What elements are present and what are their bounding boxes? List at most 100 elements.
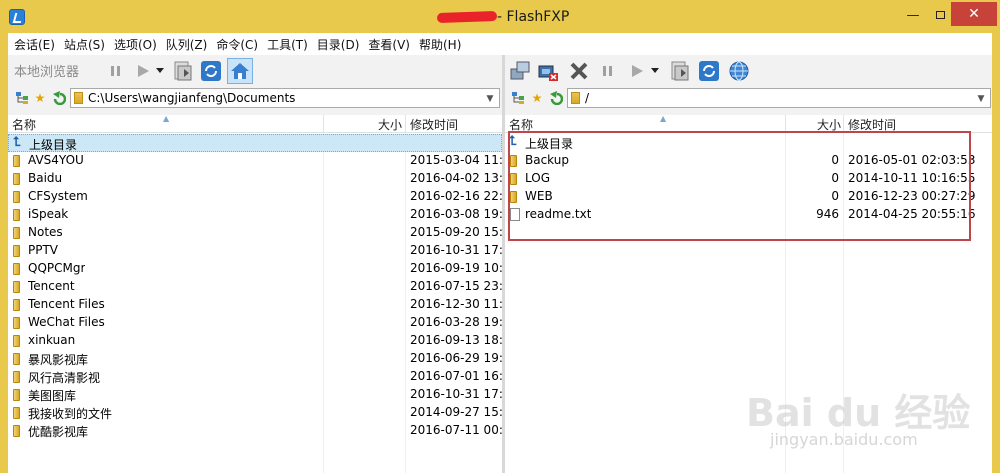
remote-transfer-dropdown[interactable] — [648, 58, 662, 84]
file-modified: 2015-03-04 11:16 — [410, 153, 502, 167]
local-row[interactable]: 暴风影视库 2016-06-29 19:39 — [8, 350, 502, 368]
local-row[interactable]: CFSystem 2016-02-16 22:27 — [8, 188, 502, 206]
local-col-modified[interactable]: 修改时间 — [410, 116, 458, 133]
redacted-title-mark — [436, 10, 498, 24]
local-refresh-button[interactable] — [198, 58, 224, 84]
remote-abort-button[interactable] — [566, 58, 592, 84]
file-name: AVS4YOU — [28, 153, 84, 167]
file-modified: 2016-04-02 13:52 — [410, 171, 502, 185]
remote-tree-icon[interactable] — [510, 90, 526, 106]
folder-icon — [13, 263, 20, 275]
menu-options[interactable]: 选项(O) — [114, 36, 157, 53]
menu-queue[interactable]: 队列(Z) — [166, 36, 208, 53]
remote-up-icon[interactable] — [548, 90, 564, 106]
remote-path-input[interactable]: / ▼ — [567, 88, 991, 108]
remote-queue-button[interactable] — [667, 58, 693, 84]
local-row[interactable]: QQPCMgr 2016-09-19 10:27 — [8, 260, 502, 278]
local-up-icon[interactable] — [51, 90, 67, 106]
local-row[interactable]: Baidu 2016-04-02 13:52 — [8, 170, 502, 188]
local-row[interactable]: 优酷影视库 2016-07-11 00:22 — [8, 422, 502, 440]
folder-icon — [13, 389, 20, 401]
flashfxp-app-icon[interactable] — [9, 9, 25, 25]
file-name: PPTV — [28, 243, 59, 257]
file-modified: 2016-03-08 19:13 — [410, 207, 502, 221]
local-list-header: ▲ 名称 大小 修改时间 — [8, 114, 502, 133]
remote-browser-button[interactable] — [726, 58, 752, 84]
menu-session[interactable]: 会话(E) — [14, 36, 55, 53]
local-tree-icon[interactable] — [14, 90, 30, 106]
file-name: 我接收到的文件 — [28, 407, 113, 421]
folder-icon — [13, 173, 20, 185]
local-parent-row[interactable]: ⮤ 上级目录 — [8, 134, 502, 152]
menu-tools[interactable]: 工具(T) — [267, 36, 308, 53]
remote-refresh-button[interactable] — [696, 58, 722, 84]
column-separator — [323, 115, 324, 133]
connect-icon — [510, 61, 530, 80]
baidu-watermark-logo: Bai du 经验 — [746, 391, 971, 435]
home-icon — [231, 63, 249, 79]
local-row[interactable]: xinkuan 2016-09-13 18:55 — [8, 332, 502, 350]
remote-pause-button[interactable] — [595, 58, 621, 84]
chevron-down-icon[interactable]: ▼ — [483, 92, 497, 106]
local-transfer-dropdown[interactable] — [153, 58, 167, 84]
local-home-button[interactable] — [227, 58, 253, 84]
local-pause-button[interactable] — [103, 58, 129, 84]
local-row[interactable]: Tencent Files 2016-12-30 11:59 — [8, 296, 502, 314]
pause-icon — [111, 66, 120, 76]
folder-icon — [13, 299, 20, 311]
local-col-size[interactable]: 大小 — [378, 116, 402, 133]
close-button[interactable]: ✕ — [951, 2, 997, 26]
star-icon: ★ — [531, 91, 543, 105]
chevron-down-icon — [651, 68, 659, 73]
local-file-list[interactable]: ▲ 名称 大小 修改时间 ⮤ 上级目录 AVS4YOU 2015-03-04 11… — [8, 114, 502, 473]
file-modified: 2016-07-15 23:30 — [410, 279, 502, 293]
remote-disconnect-button[interactable] — [535, 58, 561, 84]
tree-view-icon — [16, 92, 28, 104]
remote-path-text: / — [585, 91, 590, 105]
minimize-button[interactable]: — — [896, 0, 930, 30]
remote-connect-button[interactable] — [507, 58, 533, 84]
folder-icon — [13, 155, 20, 167]
local-row[interactable]: AVS4YOU 2015-03-04 11:16 — [8, 152, 502, 170]
local-row[interactable]: 我接收到的文件 2014-09-27 15:35 — [8, 404, 502, 422]
folder-icon — [571, 92, 580, 104]
maximize-icon — [935, 11, 945, 19]
remote-address-bar: ★ / ▼ — [505, 87, 992, 109]
file-name: Notes — [28, 225, 63, 239]
local-row[interactable]: 美图图库 2016-10-31 17:23 — [8, 386, 502, 404]
file-name: CFSystem — [28, 189, 88, 203]
local-row[interactable]: 风行高清影视 2016-07-01 16:47 — [8, 368, 502, 386]
minimize-icon: — — [906, 7, 920, 23]
local-row[interactable]: Notes 2015-09-20 15:05 — [8, 224, 502, 242]
star-icon: ★ — [34, 91, 46, 105]
file-name: Tencent — [28, 279, 75, 293]
local-col-name[interactable]: 名称 — [12, 116, 36, 133]
highlight-annotation-box — [508, 131, 971, 241]
menu-sites[interactable]: 站点(S) — [64, 36, 105, 53]
folder-icon — [13, 245, 20, 257]
window-title: - FlashFXP — [497, 9, 570, 25]
menu-directory[interactable]: 目录(D) — [317, 36, 360, 53]
menu-view[interactable]: 查看(V) — [368, 36, 410, 53]
folder-icon — [13, 371, 20, 383]
tree-view-icon — [512, 92, 524, 104]
local-row[interactable]: Tencent 2016-07-15 23:30 — [8, 278, 502, 296]
menu-help[interactable]: 帮助(H) — [419, 36, 461, 53]
queue-icon — [671, 61, 689, 81]
local-path-input[interactable]: C:\Users\wangjianfeng\Documents ▼ — [70, 88, 500, 108]
parent-directory-icon: ⮤ — [13, 135, 21, 150]
local-favorites-icon[interactable]: ★ — [32, 90, 48, 106]
baidu-watermark-url: jingyan.baidu.com — [770, 430, 918, 449]
globe-icon — [729, 61, 749, 81]
file-modified: 2016-02-16 22:27 — [410, 189, 502, 203]
local-browser-label[interactable]: 本地浏览器 — [14, 61, 79, 80]
menu-commands[interactable]: 命令(C) — [216, 36, 258, 53]
local-queue-button[interactable] — [170, 58, 196, 84]
local-row[interactable]: iSpeak 2016-03-08 19:13 — [8, 206, 502, 224]
remote-transfer-button[interactable] — [624, 58, 650, 84]
local-row[interactable]: WeChat Files 2016-03-28 19:04 — [8, 314, 502, 332]
local-row[interactable]: PPTV 2016-10-31 17:24 — [8, 242, 502, 260]
remote-favorites-icon[interactable]: ★ — [529, 90, 545, 106]
maximize-button[interactable] — [930, 0, 950, 30]
chevron-down-icon[interactable]: ▼ — [974, 92, 988, 106]
